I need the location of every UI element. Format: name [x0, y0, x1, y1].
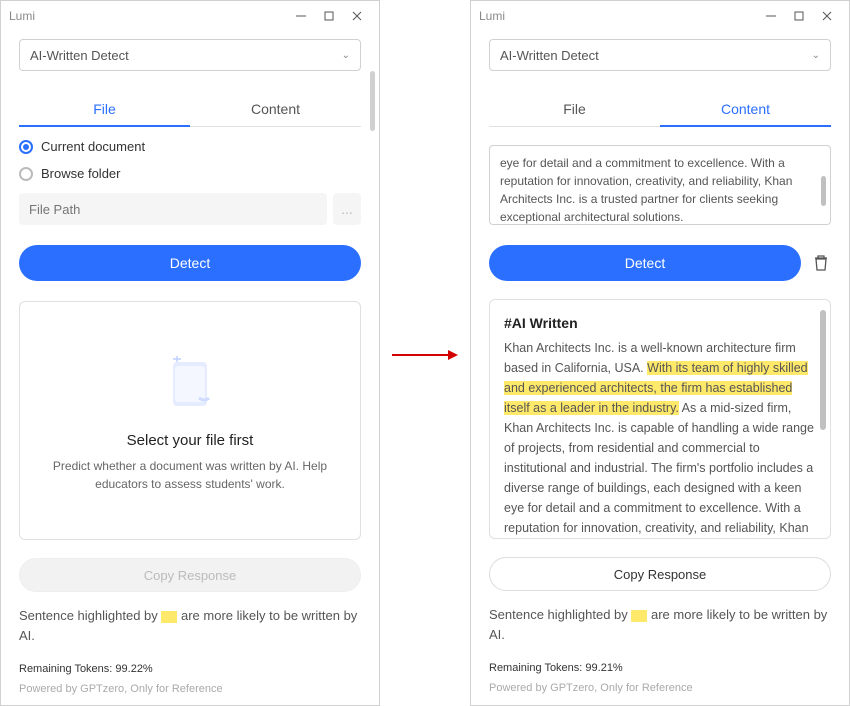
radio-current-document[interactable]: Current document: [19, 139, 361, 154]
chevron-down-icon: ⌄: [812, 50, 820, 61]
scrollbar[interactable]: [370, 71, 375, 131]
copy-response-button: Copy Response: [19, 558, 361, 592]
tab-content[interactable]: Content: [660, 93, 831, 127]
chevron-down-icon: ⌄: [342, 50, 350, 61]
filepath-row: ...: [19, 193, 361, 225]
detect-button[interactable]: Detect: [489, 245, 801, 281]
close-button[interactable]: [343, 2, 371, 30]
scrollbar[interactable]: [820, 310, 826, 430]
result-panel: #AI Written Khan Architects Inc. is a we…: [489, 299, 831, 539]
radio-browse-folder[interactable]: Browse folder: [19, 166, 361, 181]
titlebar: Lumi: [471, 1, 849, 31]
result-heading: #AI Written: [504, 312, 816, 334]
browse-button[interactable]: ...: [333, 193, 361, 225]
radio-icon: [19, 140, 33, 154]
tab-file[interactable]: File: [19, 93, 190, 127]
minimize-button[interactable]: [757, 2, 785, 30]
tab-content[interactable]: Content: [190, 93, 361, 127]
filepath-input[interactable]: [19, 193, 327, 225]
highlight-hint: Sentence highlighted by are more likely …: [19, 606, 361, 645]
copy-response-button[interactable]: Copy Response: [489, 557, 831, 591]
mode-dropdown[interactable]: AI-Written Detect ⌄: [19, 39, 361, 71]
titlebar: Lumi: [1, 1, 379, 31]
scrollbar[interactable]: [821, 176, 826, 206]
result-text: As a mid-sized firm, Khan Architects Inc…: [504, 401, 814, 539]
empty-title: Select your file first: [127, 432, 254, 449]
arrow-icon: [390, 345, 460, 365]
highlight-swatch-icon: [161, 611, 177, 623]
tabs: File Content: [489, 93, 831, 127]
mode-dropdown[interactable]: AI-Written Detect ⌄: [489, 39, 831, 71]
maximize-button[interactable]: [785, 2, 813, 30]
window-left: Lumi AI-Written Detect ⌄ File Content Cu…: [0, 0, 380, 706]
radio-icon: [19, 167, 33, 181]
dropdown-label: AI-Written Detect: [30, 48, 129, 63]
remaining-tokens: Remaining Tokens: 99.22%: [19, 663, 361, 675]
detect-button[interactable]: Detect: [19, 245, 361, 281]
empty-desc: Predict whether a document was written b…: [36, 457, 344, 493]
highlight-hint: Sentence highlighted by are more likely …: [489, 605, 831, 644]
tab-file[interactable]: File: [489, 93, 660, 127]
highlight-swatch-icon: [631, 610, 647, 622]
result-panel-empty: Select your file first Predict whether a…: [19, 301, 361, 540]
maximize-button[interactable]: [315, 2, 343, 30]
radio-label: Browse folder: [41, 166, 120, 181]
powered-by: Powered by GPTzero, Only for Reference: [489, 682, 831, 694]
radio-label: Current document: [41, 139, 145, 154]
minimize-button[interactable]: [287, 2, 315, 30]
remaining-tokens: Remaining Tokens: 99.21%: [489, 662, 831, 674]
content-textarea[interactable]: eye for detail and a commitment to excel…: [489, 145, 831, 225]
close-button[interactable]: [813, 2, 841, 30]
powered-by: Powered by GPTzero, Only for Reference: [19, 683, 361, 695]
dropdown-label: AI-Written Detect: [500, 48, 599, 63]
window-right: Lumi AI-Written Detect ⌄ File Content ey…: [470, 0, 850, 706]
app-title: Lumi: [479, 9, 757, 23]
tabs: File Content: [19, 93, 361, 127]
file-placeholder-icon: [155, 348, 225, 418]
app-title: Lumi: [9, 9, 287, 23]
trash-icon[interactable]: [811, 253, 831, 273]
